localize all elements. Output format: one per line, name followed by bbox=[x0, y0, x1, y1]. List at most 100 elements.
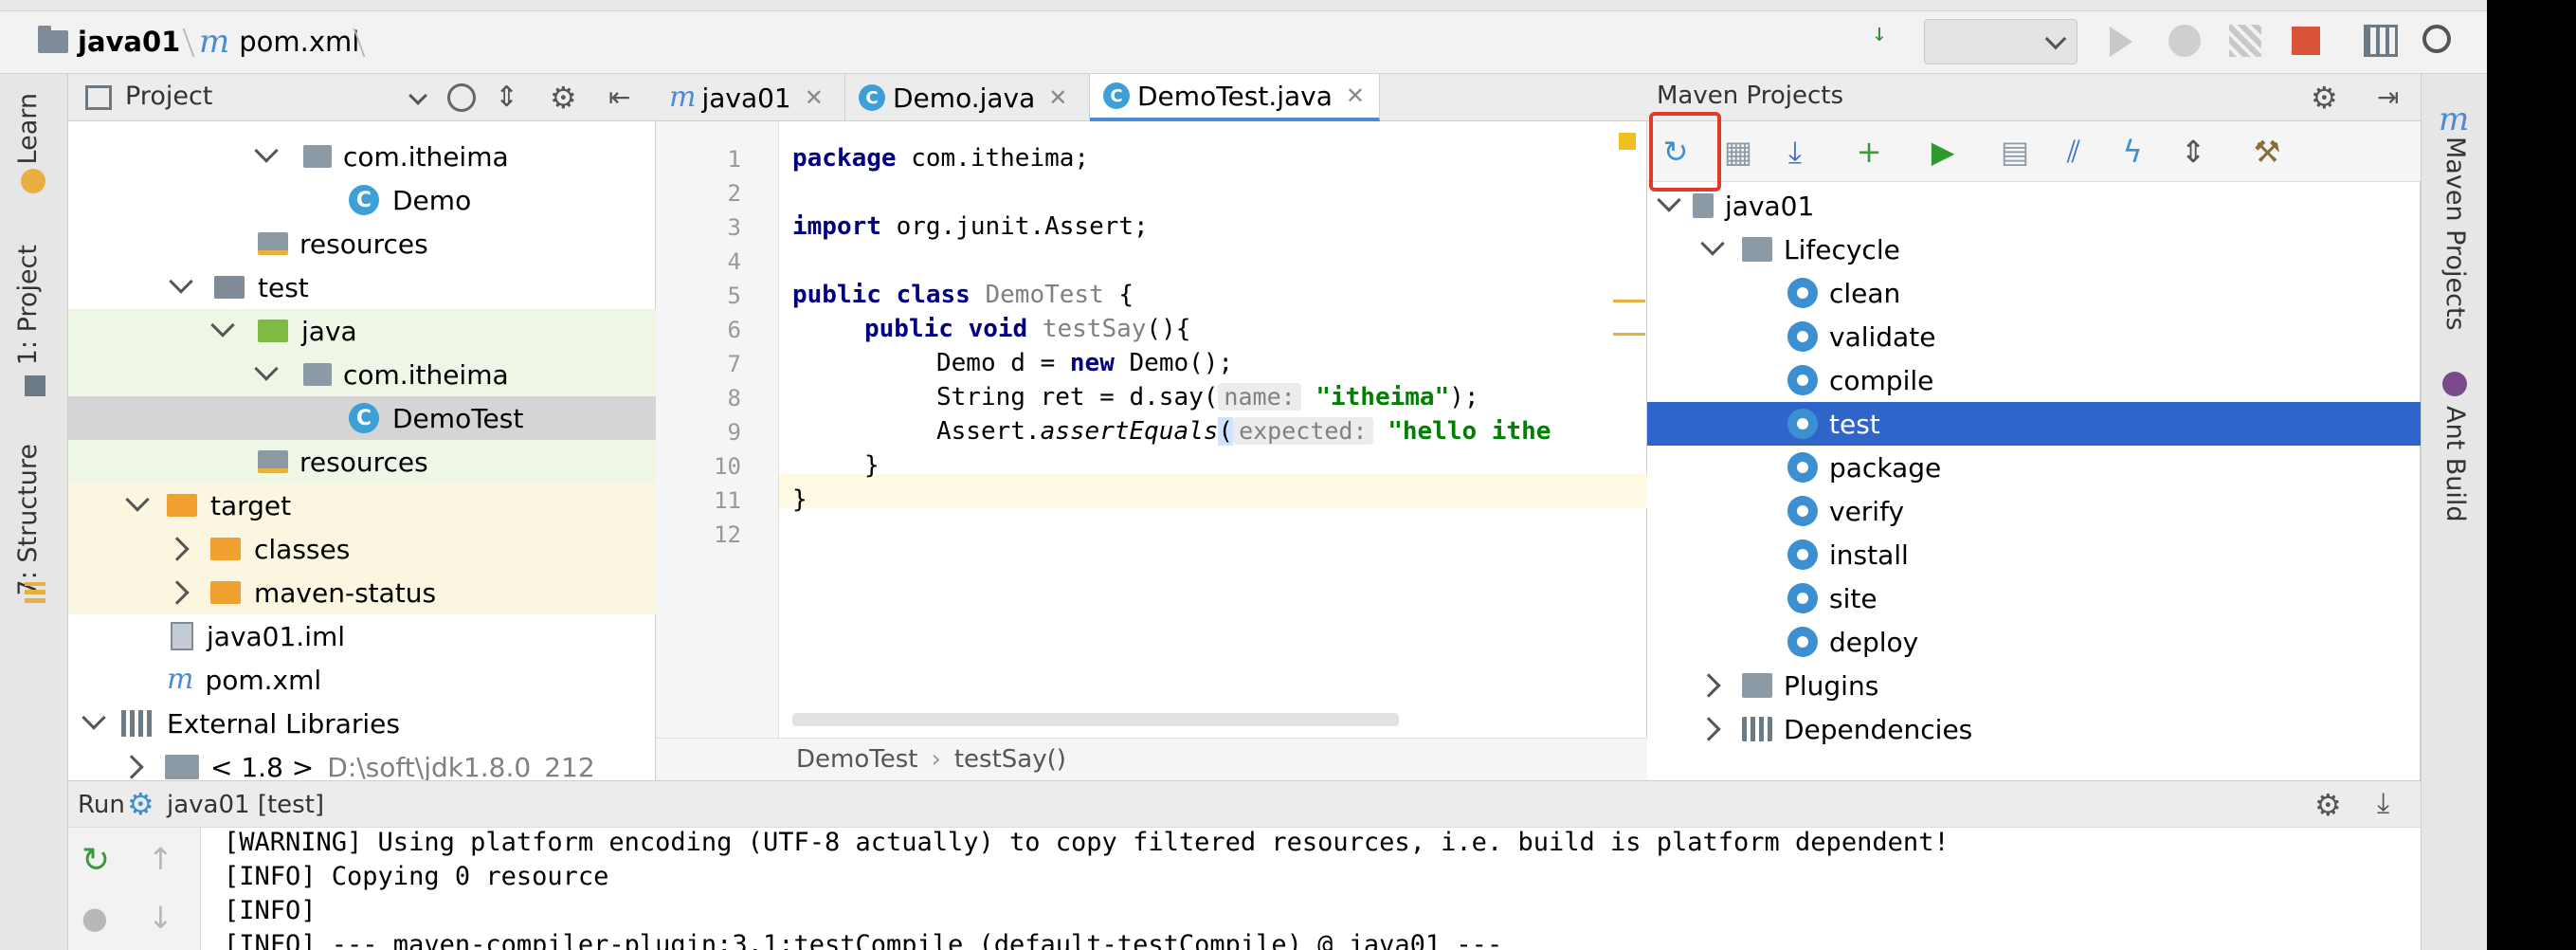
lifecycle-goal-package[interactable]: package bbox=[1647, 446, 2421, 489]
arrow-up-icon[interactable]: ↑ bbox=[148, 841, 173, 877]
code-line-3[interactable]: import org.junit.Assert; bbox=[792, 212, 1149, 241]
gear-icon[interactable]: ⚙ bbox=[2314, 787, 2342, 823]
lifecycle-goal-deploy[interactable]: deploy bbox=[1647, 620, 2421, 664]
run-panel-toolbar: ↻ ↑ ● ↓ bbox=[68, 828, 201, 950]
run-config-select[interactable] bbox=[1924, 19, 2077, 64]
tree-row[interactable]: C Demo bbox=[68, 178, 656, 222]
tree-row[interactable]: classes bbox=[68, 527, 656, 571]
code-line-10[interactable]: } bbox=[864, 451, 880, 480]
toggle-offline-icon[interactable]: ⫽ bbox=[2053, 131, 2095, 173]
lifecycle-goal-clean[interactable]: clean bbox=[1647, 271, 2421, 315]
project-tab[interactable]: 1: Project bbox=[13, 245, 43, 365]
code-line-5[interactable]: public class DemoTest { bbox=[792, 281, 1134, 309]
tree-row[interactable]: resources bbox=[68, 222, 656, 265]
hide-panel-icon[interactable]: ⤓ bbox=[2377, 787, 2389, 820]
tree-row[interactable]: com.itheima bbox=[68, 353, 656, 396]
search-icon[interactable] bbox=[2422, 25, 2451, 53]
tree-row[interactable]: test bbox=[68, 265, 656, 309]
code-line-1[interactable]: package com.itheima; bbox=[792, 144, 1089, 173]
debug-icon[interactable] bbox=[2168, 25, 2201, 57]
goal-label: site bbox=[1829, 582, 1878, 614]
close-icon[interactable]: ✕ bbox=[1048, 84, 1067, 111]
maven-plugins[interactable]: Plugins bbox=[1647, 664, 2421, 707]
lifecycle-goal-site[interactable]: site bbox=[1647, 576, 2421, 620]
resources-folder-icon bbox=[258, 450, 288, 473]
hide-panel-icon[interactable]: ⇤ bbox=[608, 83, 637, 112]
package-icon bbox=[303, 145, 332, 168]
maven-lifecycle[interactable]: Lifecycle bbox=[1647, 228, 2421, 271]
console-output[interactable]: [WARNING] Using platform encoding (UTF-8… bbox=[201, 828, 2421, 950]
run-icon[interactable]: ▶ bbox=[1922, 131, 1964, 173]
locate-icon[interactable] bbox=[447, 83, 476, 112]
tree-row-label: resources bbox=[299, 446, 428, 478]
coverage-icon[interactable] bbox=[2229, 25, 2261, 57]
lifecycle-goal-test[interactable]: test bbox=[1647, 402, 2421, 446]
run-config-tab[interactable]: java01 [test] bbox=[167, 791, 324, 819]
code-line-7[interactable]: Demo d = new Demo(); bbox=[936, 349, 1233, 377]
stop-icon[interactable] bbox=[2292, 27, 2320, 55]
lifecycle-goal-install[interactable]: install bbox=[1647, 533, 2421, 576]
project-panel-title[interactable]: Project bbox=[125, 82, 212, 111]
class-icon: C bbox=[349, 185, 379, 215]
chevron-down-icon[interactable] bbox=[408, 86, 427, 105]
tab-demotest-java[interactable]: C DemoTest.java ✕ bbox=[1090, 74, 1380, 121]
lifecycle-goal-verify[interactable]: verify bbox=[1647, 489, 2421, 533]
maven-root[interactable]: java01 bbox=[1647, 184, 2421, 228]
vcs-update-icon[interactable]: ↓ bbox=[1872, 21, 1910, 63]
project-panel: Project ⇕ ⚙ ⇤ com.itheima C Demo resourc… bbox=[68, 74, 656, 783]
code-line-9[interactable]: Assert.assertEquals(expected: "hello ith… bbox=[936, 417, 1551, 446]
code-line-6[interactable]: public void testSay(){ bbox=[864, 315, 1190, 343]
lifecycle-goal-validate[interactable]: validate bbox=[1647, 315, 2421, 358]
skip-tests-icon[interactable]: ϟ bbox=[2112, 131, 2153, 173]
execute-goal-icon[interactable]: ▤ bbox=[1994, 131, 2036, 173]
breadcrumb-file[interactable]: m pom.xml bbox=[199, 21, 359, 63]
tab-java01[interactable]: m java01 ✕ bbox=[656, 74, 845, 121]
tree-row[interactable]: target bbox=[68, 484, 656, 527]
chevron-right-icon bbox=[119, 755, 144, 779]
settings-icon[interactable]: ⚒ bbox=[2246, 131, 2288, 173]
structure-tab[interactable]: 7: Structure bbox=[13, 444, 43, 595]
collapse-all-icon[interactable]: ⇕ bbox=[2172, 131, 2214, 173]
close-icon[interactable]: ✕ bbox=[1346, 82, 1365, 109]
maven-dependencies[interactable]: Dependencies bbox=[1647, 707, 2421, 751]
download-icon[interactable]: ⤓ bbox=[1774, 131, 1816, 173]
gear-icon[interactable]: ⚙ bbox=[550, 82, 578, 113]
breadcrumb-project[interactable]: java01 bbox=[38, 21, 180, 63]
add-icon[interactable]: + bbox=[1848, 131, 1890, 173]
tree-row[interactable]: maven-status bbox=[68, 571, 656, 614]
tree-row[interactable]: com.itheima bbox=[68, 135, 656, 178]
hide-panel-icon[interactable]: ⇥ bbox=[2377, 82, 2399, 113]
tree-row[interactable]: java01.iml bbox=[68, 614, 656, 658]
gear-icon[interactable]: ⚙ bbox=[2311, 80, 2338, 116]
pin-icon[interactable]: ● bbox=[82, 900, 108, 936]
gear-icon bbox=[1787, 627, 1818, 657]
tree-row[interactable]: resources bbox=[68, 440, 656, 484]
tab-demo-java[interactable]: C Demo.java ✕ bbox=[845, 74, 1090, 121]
maven-panel-title: Maven Projects bbox=[1657, 82, 1843, 110]
breadcrumb-method[interactable]: testSay() bbox=[954, 745, 1066, 774]
maven-projects-tab[interactable]: Maven Projects bbox=[2440, 137, 2470, 331]
run-icon[interactable] bbox=[2110, 27, 2132, 57]
rerun-icon[interactable]: ↻ bbox=[82, 841, 110, 880]
goal-label: verify bbox=[1829, 495, 1905, 527]
left-tool-sidebar: Learn 1: Project 7: Structure bbox=[0, 74, 68, 950]
code-line-8[interactable]: String ret = d.say(name: "itheima"); bbox=[936, 383, 1479, 411]
generate-sources-icon[interactable]: ▦ bbox=[1717, 131, 1759, 173]
collapse-all-icon[interactable]: ⇕ bbox=[495, 83, 523, 112]
lifecycle-goal-compile[interactable]: compile bbox=[1647, 358, 2421, 402]
goal-label: install bbox=[1829, 539, 1909, 571]
warning-marker-icon[interactable] bbox=[1619, 133, 1636, 150]
tree-row[interactable]: java bbox=[68, 309, 656, 353]
project-structure-icon[interactable] bbox=[2364, 25, 2398, 57]
tree-row[interactable]: m pom.xml bbox=[68, 658, 656, 702]
ant-build-tab[interactable]: Ant Build bbox=[2440, 406, 2470, 522]
tree-row-selected[interactable]: C DemoTest bbox=[68, 396, 656, 440]
code-line-11[interactable]: } bbox=[792, 485, 807, 514]
close-icon[interactable]: ✕ bbox=[805, 84, 824, 111]
learn-tab[interactable]: Learn bbox=[13, 93, 43, 164]
breadcrumb-class[interactable]: DemoTest bbox=[796, 745, 917, 774]
tree-row[interactable]: External Libraries bbox=[68, 702, 656, 745]
change-marker bbox=[1613, 333, 1645, 336]
arrow-down-icon[interactable]: ↓ bbox=[148, 900, 173, 936]
horizontal-scrollbar[interactable] bbox=[792, 713, 1399, 726]
